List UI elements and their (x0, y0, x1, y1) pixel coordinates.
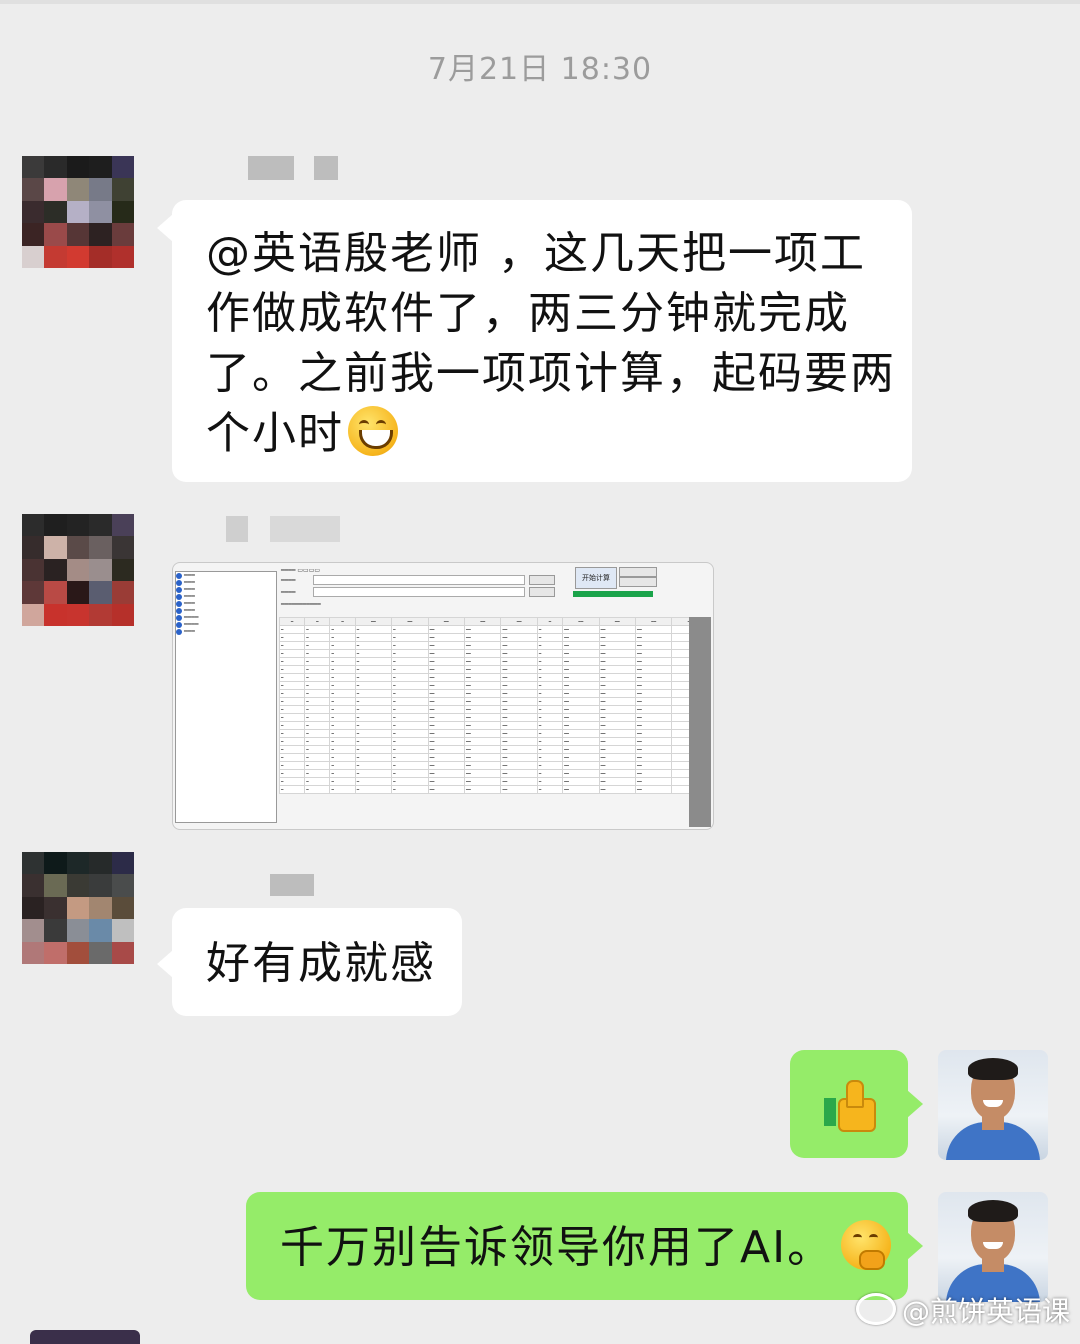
sender-name-part (314, 156, 338, 180)
sender-avatar[interactable] (22, 852, 134, 964)
message-text: 好有成就感 (206, 938, 436, 989)
data-table: ━ ━ ━ ━━ ━━ ━━ ━━ ━━ ━ ━━ ━━ ━━ ━ ━ ━ ━ ━ ━━ ━━ ━━ ━ ━━ ━━ ━━ ━… (278, 617, 709, 794)
sender-name-part (270, 516, 340, 542)
message-text: @英语殷老师 ，这几天把一项工作做成软件了，两三分钟就完成了。之前我一项项计算，… (206, 228, 896, 459)
sender-avatar[interactable] (22, 514, 134, 626)
message-bubble[interactable]: 好有成就感 (172, 908, 462, 1016)
my-avatar[interactable] (938, 1192, 1048, 1302)
thinking-emoji-icon (841, 1220, 892, 1270)
message-timestamp: 7月21日 18:30 (427, 52, 653, 87)
sender-avatar[interactable] (22, 156, 134, 268)
table-scrollbar[interactable] (689, 617, 711, 827)
bubble-tail (157, 950, 173, 978)
bubble-tail (907, 1232, 923, 1260)
software-tree-panel: ━━━ ━━━ ━━━ ━━━ ━━━ ━━━ ━━━━ ━━━━ ━━━ (175, 571, 277, 823)
grinning-emoji-icon (348, 406, 398, 456)
image-message[interactable]: ━━━ ━━━ ━━━ ━━━ ━━━ ━━━ ━━━━ ━━━━ ━━━ ━━━━ ▭▭▭… (172, 562, 714, 830)
weibo-logo-icon (855, 1293, 896, 1325)
bubble-tail (157, 214, 173, 242)
my-message-bubble[interactable]: 千万别告诉领导你用了AI。 (246, 1192, 908, 1300)
start-calculation-button[interactable]: 开始计算 (575, 567, 617, 589)
message-bubble[interactable]: @英语殷老师 ，这几天把一项工作做成软件了，两三分钟就完成了。之前我一项项计算，… (172, 200, 912, 482)
my-avatar[interactable] (938, 1050, 1048, 1160)
sender-name (270, 874, 314, 896)
progress-bar (573, 591, 653, 597)
sender-name (226, 516, 248, 542)
thumbs-up-icon (824, 1080, 878, 1132)
top-divider (0, 0, 1080, 4)
sender-name (248, 156, 294, 180)
my-message-bubble[interactable] (790, 1050, 908, 1158)
message-text: 千万别告诉领导你用了AI。 (280, 1222, 834, 1273)
weibo-watermark: @煎饼英语课 (855, 1290, 1070, 1330)
bubble-tail (907, 1090, 923, 1118)
